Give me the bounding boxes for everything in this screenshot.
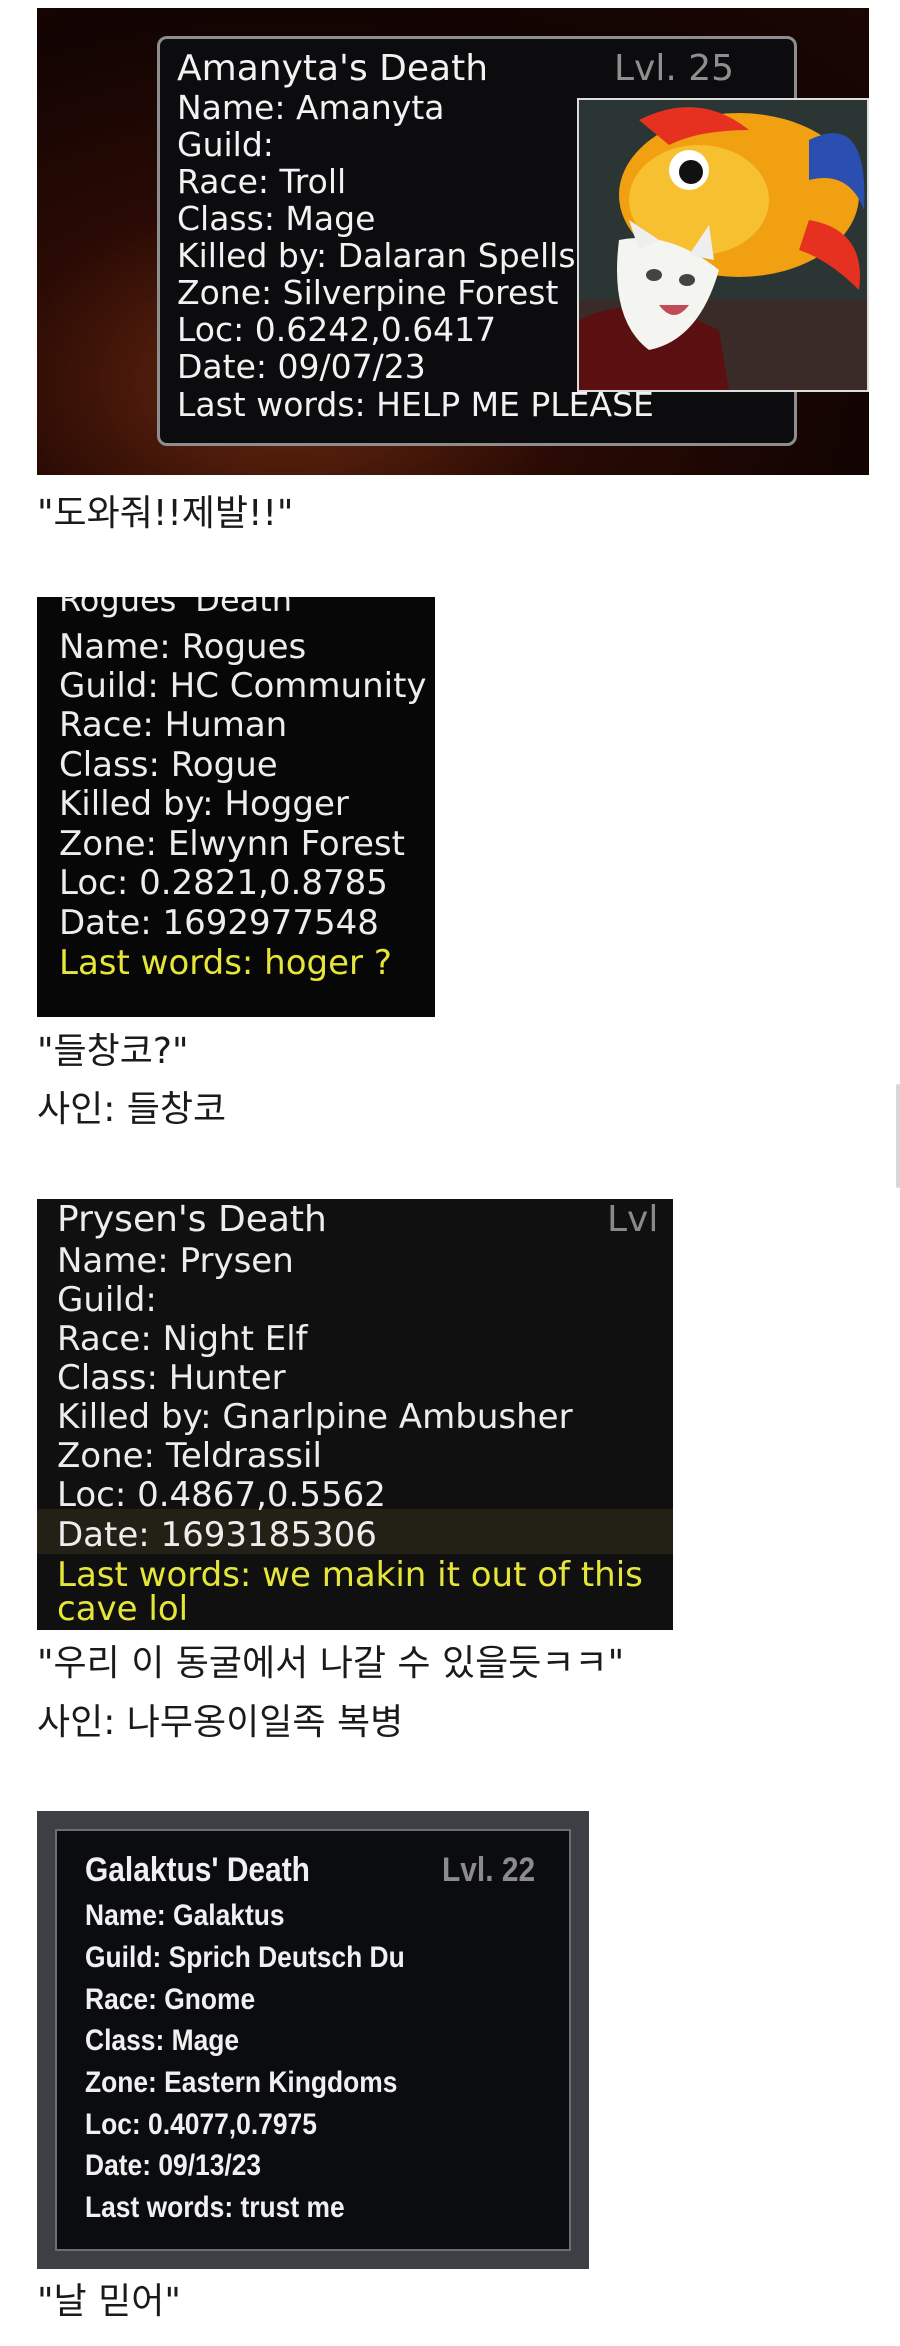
card-line-date: Date: 1692977548 (59, 903, 379, 943)
card-line-date: Date: 09/07/23 (177, 347, 426, 386)
card-line-name: Name: Galaktus (85, 1899, 285, 1932)
card-line-zone: Zone: Eastern Kingdoms (85, 2066, 398, 2099)
cat-in-fish-costume-image (577, 98, 869, 392)
card-line-guild: Guild: (57, 1280, 157, 1320)
post-caption: "우리 이 동굴에서 나갈 수 있을듯ㅋㅋ" (37, 1643, 625, 1684)
card-line-guild: Guild: (177, 125, 274, 164)
card-line-date: Date: 09/13/23 (85, 2149, 262, 2182)
card-line-loc: Loc: 0.2821,0.8785 (59, 863, 388, 903)
card-line-zone: Zone: Teldrassil (57, 1436, 322, 1476)
card-line-race: Race: Gnome (85, 1983, 256, 2016)
card-line-class: Class: Mage (177, 199, 376, 238)
card-line-loc: Loc: 0.4867,0.5562 (57, 1475, 386, 1515)
post-caption: "도와줘!!제발!!" (37, 493, 294, 534)
card-line-loc: Loc: 0.4077,0.7975 (85, 2108, 317, 2141)
card-line-killer: Killed by: Gnarlpine Ambusher (57, 1397, 573, 1437)
card-line-race: Race: Troll (177, 162, 347, 201)
card-line-loc: Loc: 0.6242,0.6417 (177, 310, 497, 349)
card-last-words: Last words: hoger ? (59, 943, 392, 983)
card-line-date: Date: 1693185306 (57, 1515, 377, 1555)
card-title: Galaktus' Death (85, 1851, 310, 1889)
post-sign: 사인: 들창코 (37, 1089, 227, 1130)
card-level: Lvl. 25 (614, 48, 735, 89)
card-title: Rogues' Death (59, 597, 293, 619)
card-title: Amanyta's Death (177, 48, 489, 89)
card-line-name: Name: Amanyta (177, 88, 445, 127)
card-last-words: Last words: trust me (85, 2191, 345, 2224)
scrollbar-thumb[interactable] (896, 1084, 900, 1188)
death-card-galaktus: Galaktus' Death Lvl. 22 Name: Galaktus G… (37, 1811, 589, 2269)
card-level: Lvl (607, 1199, 659, 1240)
card-line-race: Race: Human (59, 705, 288, 745)
death-card-amanyta: Amanyta's Death Lvl. 25 Name: Amanyta Gu… (37, 8, 869, 475)
card-line-guild: Guild: HC Community (59, 666, 427, 706)
card-line-guild: Guild: Sprich Deutsch Du (85, 1941, 405, 1974)
card-line-name: Name: Prysen (57, 1241, 294, 1281)
card-title: Prysen's Death (57, 1199, 327, 1240)
card-line-killer: Killed by: Dalaran Spellsc (177, 236, 594, 275)
card-line-class: Class: Mage (85, 2024, 240, 2057)
card-line-class: Class: Hunter (57, 1358, 286, 1398)
card-level: Lvl. 22 (442, 1851, 536, 1889)
card-line-zone: Zone: Elwynn Forest (59, 824, 405, 864)
card-line-name: Name: Rogues (59, 627, 307, 667)
post-caption: "날 믿어" (37, 2281, 181, 2322)
death-card-prysen: Prysen's Death Lvl Name: Prysen Guild: R… (37, 1199, 673, 1630)
card-line-zone: Zone: Silverpine Forest (177, 273, 559, 312)
card-line-killer: Killed by: Hogger (59, 784, 349, 824)
death-card-rogues: Rogues' Death Name: Rogues Guild: HC Com… (37, 597, 435, 1017)
card-line-class: Class: Rogue (59, 745, 278, 785)
card-last-words-line2: cave lol (57, 1589, 189, 1629)
post-caption: "들창코?" (37, 1031, 189, 1072)
card-line-race: Race: Night Elf (57, 1319, 308, 1359)
post-sign: 사인: 나무옹이일족 복병 (37, 1702, 404, 1743)
